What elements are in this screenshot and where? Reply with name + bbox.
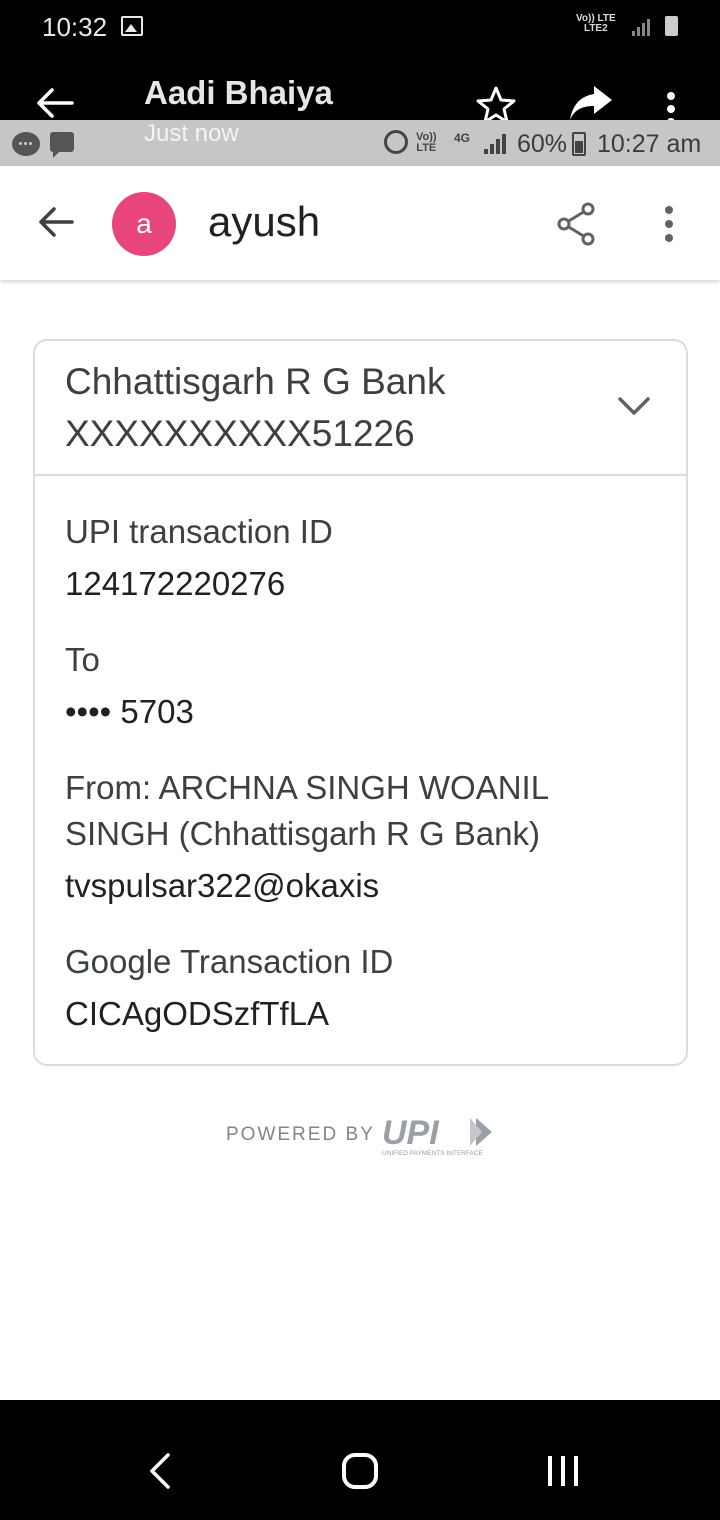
chevron-down-icon[interactable]: [617, 395, 651, 422]
nav-back-icon[interactable]: [148, 1452, 172, 1495]
bank-account-selector[interactable]: Chhattisgarh R G Bank XXXXXXXXXX51226: [35, 341, 686, 476]
back-arrow-icon[interactable]: [38, 206, 74, 243]
chat-icon: [12, 132, 40, 156]
avatar: a: [112, 192, 176, 256]
from-line-1: From: ARCHNA SINGH WOANIL: [65, 769, 550, 806]
volte-bottom: LTE: [416, 142, 437, 154]
viewer-back-arrow-icon[interactable]: [36, 88, 74, 123]
signal-icon: [484, 134, 506, 154]
share-icon[interactable]: [556, 202, 596, 251]
outer-network-bottom: LTE2: [583, 23, 608, 34]
navigation-bar: [0, 1400, 720, 1520]
outer-status-time: 10:32: [42, 12, 108, 42]
from-vpa: tvspulsar322@okaxis: [65, 867, 380, 904]
outer-battery-icon: [665, 16, 678, 36]
outer-signal-icon: [632, 18, 650, 36]
outer-status-bar: 10:32 Vo)) LTE LTE2: [0, 0, 720, 56]
viewer-title: Aadi Bhaiya: [144, 74, 333, 111]
to-label: To: [65, 641, 100, 678]
bank-name: Chhattisgarh R G Bank: [65, 361, 446, 402]
alarm-icon: [384, 130, 408, 154]
from-line-2: SINGH (Chhattisgarh R G Bank): [65, 815, 540, 852]
powered-by-label: POWERED BY: [226, 1124, 375, 1145]
bank-account-number: XXXXXXXXXX51226: [65, 413, 415, 454]
upi-transaction-id-label: UPI transaction ID: [65, 513, 333, 550]
app-bar: a ayush: [0, 166, 720, 280]
upi-logo-text: UPI: [382, 1114, 440, 1152]
image-notification-icon: [121, 16, 143, 36]
battery-percent: 60%: [517, 130, 568, 158]
to-value: •••• 5703: [65, 693, 194, 730]
upi-logo: UPI UNIFIED PAYMENTS INTERFACE: [380, 1114, 494, 1163]
google-transaction-id-value: CICAgODSzfTfLA: [65, 995, 330, 1032]
outer-network-indicator: Vo)) LTE LTE2: [576, 14, 616, 34]
google-transaction-id-label: Google Transaction ID: [65, 943, 394, 980]
nav-recents-icon[interactable]: [548, 1456, 578, 1486]
viewer-subtitle: Just now: [144, 120, 239, 147]
upi-transaction-id-value: 124172220276: [65, 565, 286, 602]
contact-name: ayush: [208, 198, 321, 245]
upi-tagline: UNIFIED PAYMENTS INTERFACE: [382, 1150, 484, 1157]
battery-icon: [572, 132, 586, 156]
transaction-details-card: Chhattisgarh R G Bank XXXXXXXXXX51226 UP…: [33, 339, 688, 1066]
viewer-header: Aadi Bhaiya: [0, 56, 720, 126]
message-icon: [50, 132, 74, 158]
volte-indicator: Vo)) LTE: [416, 132, 437, 154]
network-type: 4G: [454, 131, 471, 145]
inner-status-time: 10:27 am: [597, 130, 702, 158]
nav-home-icon[interactable]: [342, 1453, 378, 1489]
inner-status-bar: Just now Vo)) LTE 4G 60% 10:27 am: [0, 120, 720, 166]
more-vert-icon[interactable]: [664, 206, 674, 247]
